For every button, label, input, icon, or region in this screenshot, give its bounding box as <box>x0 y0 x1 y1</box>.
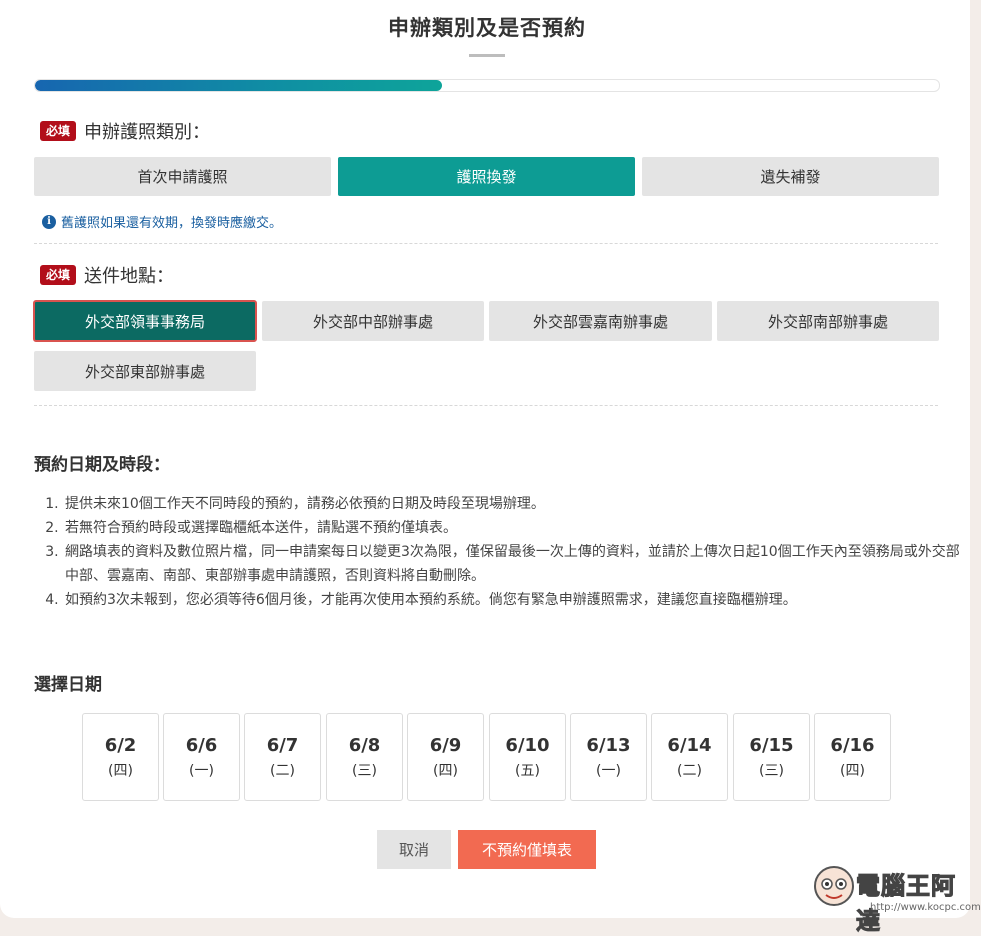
date-card[interactable]: 6/13 (一) <box>570 713 647 801</box>
date-label: 6/16 <box>830 735 875 756</box>
appointment-heading: 預約日期及時段： <box>34 455 170 475</box>
progress-fill <box>35 80 442 91</box>
select-date-heading: 選擇日期 <box>34 675 102 695</box>
page-title: 申辦類別及是否預約 <box>388 16 586 40</box>
note-item: 提供未來10個工作天不同時段的預約，請務必依預約日期及時段至現場辦理。 <box>63 492 963 516</box>
delivery-location-label: 必填 送件地點： <box>40 262 174 288</box>
date-label: 6/7 <box>266 735 299 756</box>
divider <box>34 243 938 244</box>
date-label: 6/15 <box>749 735 794 756</box>
date-card[interactable]: 6/14 (二) <box>651 713 728 801</box>
option-yunchianan-office[interactable]: 外交部雲嘉南辦事處 <box>489 301 712 341</box>
date-card[interactable]: 6/9 (四) <box>407 713 484 801</box>
date-card[interactable]: 6/16 (四) <box>814 713 891 801</box>
required-badge: 必填 <box>40 265 77 285</box>
passport-type-label-text: 申辦護照類別： <box>84 122 211 143</box>
weekday-label: (五) <box>515 763 540 779</box>
option-bureau-of-consular-affairs[interactable]: 外交部領事事務局 <box>33 300 257 342</box>
renewal-hint-text: 舊護照如果還有效期，換發時應繳交。 <box>61 216 283 231</box>
watermark-logo: 電腦王阿達 http://www.kocpc.com.tw <box>812 862 981 936</box>
watermark-text: 電腦王阿達 <box>856 872 956 936</box>
info-icon: i <box>42 214 56 229</box>
date-label: 6/8 <box>348 735 381 756</box>
option-eastern-office[interactable]: 外交部東部辦事處 <box>34 351 256 391</box>
weekday-label: (四) <box>433 763 458 779</box>
note-item: 如預約3次未報到，您必須等待6個月後，才能再次使用本預約系統。倘您有緊急申辦護照… <box>63 588 963 612</box>
note-item: 網路填表的資料及數位照片檔，同一申請案每日以變更3次為限，僅保留最後一次上傳的資… <box>63 540 963 588</box>
date-card[interactable]: 6/8 (三) <box>326 713 403 801</box>
option-first-application[interactable]: 首次申請護照 <box>34 157 331 196</box>
date-card[interactable]: 6/2 (四) <box>82 713 159 801</box>
date-card[interactable]: 6/6 (一) <box>163 713 240 801</box>
option-central-office[interactable]: 外交部中部辦事處 <box>262 301 484 341</box>
date-label: 6/13 <box>586 735 631 756</box>
main-card: 申辦類別及是否預約 必填 申辦護照類別： 首次申請護照 護照換發 遺失補發 i … <box>0 0 970 918</box>
date-card[interactable]: 6/7 (二) <box>244 713 321 801</box>
title-underline <box>469 54 505 57</box>
no-booking-button[interactable]: 不預約僅填表 <box>458 830 596 869</box>
option-passport-renewal[interactable]: 護照換發 <box>338 157 635 196</box>
weekday-label: (一) <box>189 763 214 779</box>
delivery-location-label-text: 送件地點： <box>84 266 175 287</box>
date-card[interactable]: 6/10 (五) <box>489 713 566 801</box>
weekday-label: (四) <box>108 763 133 779</box>
weekday-label: (二) <box>270 763 295 779</box>
weekday-label: (四) <box>840 763 865 779</box>
option-southern-office[interactable]: 外交部南部辦事處 <box>717 301 939 341</box>
weekday-label: (一) <box>596 763 621 779</box>
date-label: 6/2 <box>104 735 137 756</box>
progress-bar <box>34 79 940 92</box>
mascot-icon <box>814 866 854 906</box>
weekday-label: (三) <box>759 763 784 779</box>
weekday-label: (三) <box>352 763 377 779</box>
date-label: 6/6 <box>185 735 218 756</box>
note-item: 若無符合預約時段或選擇臨櫃紙本送件，請點選不預約僅填表。 <box>63 516 963 540</box>
cancel-button[interactable]: 取消 <box>377 830 451 869</box>
date-label: 6/14 <box>667 735 712 756</box>
renewal-hint: i 舊護照如果還有效期，換發時應繳交。 <box>42 212 282 231</box>
watermark-url: http://www.kocpc.com.tw <box>870 902 981 913</box>
appointment-notes: 提供未來10個工作天不同時段的預約，請務必依預約日期及時段至現場辦理。 若無符合… <box>40 492 963 612</box>
required-badge: 必填 <box>40 121 77 141</box>
weekday-label: (二) <box>677 763 702 779</box>
option-lost-replacement[interactable]: 遺失補發 <box>642 157 939 196</box>
date-label: 6/10 <box>505 735 550 756</box>
divider <box>34 405 938 406</box>
passport-type-label: 必填 申辦護照類別： <box>40 118 210 144</box>
date-label: 6/9 <box>429 735 462 756</box>
date-card[interactable]: 6/15 (三) <box>733 713 810 801</box>
